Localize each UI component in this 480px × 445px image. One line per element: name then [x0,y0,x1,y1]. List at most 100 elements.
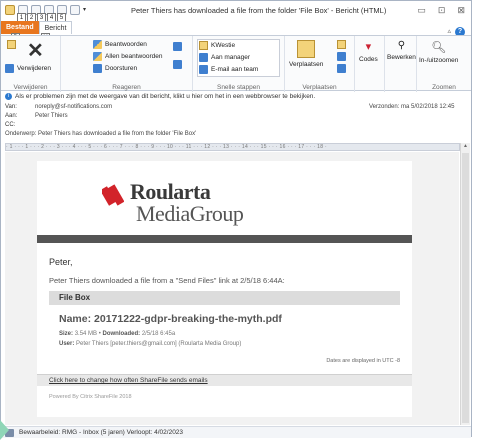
roularta-logo-icon [102,184,124,206]
reply-label: Beantwoorden [105,41,147,48]
onenote-button[interactable] [337,52,346,61]
info-bar[interactable]: i Als er problemen zijn met de weergave v… [1,92,471,102]
status-bar: Bewaarbeleid: RMG - Inbox (5 jaren) Verl… [1,426,471,438]
more-icon [173,60,182,69]
name-label: Name: [59,313,92,325]
move-button[interactable]: Verplaatsen [289,40,323,68]
title-bar: ▾ 1 2 3 4 5 Peter Thiers has downloaded … [1,1,471,23]
size-label: Size: [59,331,74,337]
group-zoom: 🔍︎ In-/uitzoomen Zoomen [417,36,471,92]
quick-step-item[interactable]: E-mail aan team [199,65,258,74]
ignore-button[interactable] [7,40,16,49]
user-label: User: [59,341,75,347]
zoom-button[interactable]: 🔍︎ In-/uitzoomen [419,40,458,64]
minimize-icon[interactable]: ▭ [417,5,426,16]
group-label: Zoomen [432,84,456,91]
ignore-icon [7,40,16,49]
zoom-label: In-/uitzoomen [419,57,459,64]
move-label: Verplaatsen [289,61,324,68]
timezone-note: Dates are displayed in UTC -8 [326,358,400,364]
quick-step-icon [199,53,208,62]
rules-button[interactable] [337,40,346,49]
group-delete: ✕ Verwijderen Verwijderen [1,36,61,92]
more-respond-button[interactable] [173,60,182,69]
folder-icon [297,40,316,58]
reply-all-label: Allen beantwoorden [105,53,163,60]
quick-step-label: Aan manager [211,54,251,61]
group-label: Snelle stappen [216,84,260,91]
zoom-icon: 🔍︎ [431,40,447,54]
binoculars-icon: ⚲ [397,40,406,51]
quick-step-icon [199,65,208,74]
outlook-message-window: ▾ 1 2 3 4 5 Peter Thiers has downloaded … [0,0,472,438]
close-icon[interactable]: ⊠ [457,5,465,16]
cc-label: CC: [5,122,16,128]
subject-row: Onderwerp: Peter Thiers has downloaded a… [5,131,196,137]
group-label: Reageren [112,84,141,91]
greeting: Peter, [49,257,73,267]
ribbon-collapse-icon[interactable]: ▵ [447,27,451,35]
group-respond: Beantwoorden Allen beantwoorden Doorstur… [61,36,193,92]
forward-button[interactable]: Doorsturen [93,64,137,73]
group-label: Verplaatsen [302,84,337,91]
group-quick-steps: KWestie Aan manager E-mail aan team Snel… [193,36,285,92]
meeting-icon [173,42,182,51]
edit-label: Bewerken [387,54,416,61]
intro-text: Peter Thiers downloaded a file from a "S… [49,276,285,285]
from-value[interactable]: noreply@sf-notifications.com [35,104,112,110]
forward-label: Doorsturen [105,65,138,72]
size-value: 3.54 MB [74,331,98,337]
quick-step-label: KWestie [211,42,236,49]
reply-button[interactable]: Beantwoorden [93,40,147,49]
actions-icon [337,64,346,73]
ribbon: ✕ Verwijderen Verwijderen Beantwoorden A… [1,35,471,92]
window-title: Peter Thiers has downloaded a file from … [131,6,387,15]
from-label: Van: [5,104,17,110]
window-controls: ▭ ⊡ ⊠ [417,5,465,16]
decorative-arrow [0,420,9,440]
settings-link[interactable]: Click here to change how often ShareFile… [37,374,412,386]
reply-all-button[interactable]: Allen beantwoorden [93,52,162,61]
to-label: Aan: [5,113,18,119]
ruler: · 1 · · · 1 · · · 2 · · · 3 · · · 4 · · … [5,143,460,151]
subject-value: Peter Thiers has downloaded a file from … [38,131,197,137]
quick-step-item[interactable]: KWestie [199,41,235,50]
delete-button[interactable]: Verwijderen [5,64,51,73]
customize-chevron-icon[interactable]: ▾ [83,5,93,15]
sent-row: Verzonden: ma 5/02/2018 12:45 [369,104,454,110]
scroll-thumb[interactable] [462,153,469,423]
scroll-up-icon[interactable]: ▲ [461,143,470,152]
edit-button[interactable]: ⚲ Bewerken [387,40,416,61]
quick-step-item[interactable]: Aan manager [199,53,250,62]
group-label: Verwijderen [13,84,48,91]
file-name-value: 20171222-gdpr-breaking-the-myth.pdf [94,313,282,325]
delete-label: Verwijderen [17,65,51,72]
actions-button[interactable] [337,64,346,73]
user-value: Peter Thiers [peter.thiers@gmail.com] (R… [76,341,242,347]
envelope-icon [5,5,15,15]
codes-button[interactable]: ▾ Codes [359,40,378,63]
rules-icon [337,40,346,49]
forward-icon [93,64,102,73]
to-value[interactable]: Peter Thiers [35,113,68,119]
next-icon[interactable] [70,5,80,15]
vertical-scrollbar[interactable]: ▲ [460,143,470,425]
quick-step-icon [199,41,208,50]
sent-value: ma 5/02/2018 12:45 [401,104,455,110]
delete-icon[interactable]: ✕ [27,41,44,61]
powered-by: Powered By Citrix ShareFile 2018 [49,394,132,400]
reply-all-icon [93,52,102,61]
downloaded-value: 2/5/18 6:45a [141,331,176,337]
group-move: Verplaatsen Verplaatsen [285,36,355,92]
meeting-button[interactable] [173,42,182,51]
sent-label: Verzonden: [369,104,400,110]
cc-row: CC: [5,122,35,128]
subject-label: Onderwerp: [5,131,37,137]
reply-icon [93,40,102,49]
file-meta: Size: 3.54 MB • Downloaded: 2/5/18 6:45a [59,331,176,337]
onenote-icon [337,52,346,61]
restore-icon[interactable]: ⊡ [438,5,446,16]
message-body: Roularta MediaGroup Peter, Peter Thiers … [5,152,459,425]
from-row: Van: noreply@sf-notifications.com [5,104,112,110]
logo-line2: MediaGroup [136,201,244,226]
